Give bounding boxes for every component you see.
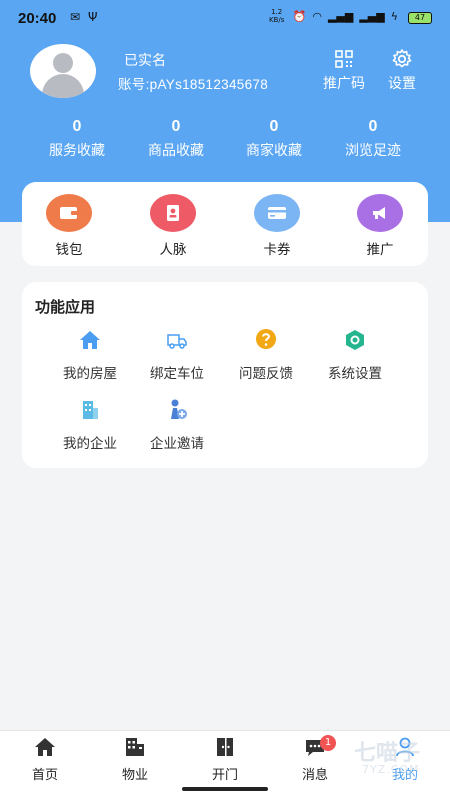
function-label: 企业邀请 bbox=[150, 436, 204, 452]
building-icon bbox=[83, 401, 98, 419]
quick-action-label: 推广 bbox=[366, 242, 394, 258]
stat-label: 商家收藏 bbox=[246, 143, 302, 159]
functions-title: 功能应用 bbox=[35, 298, 96, 316]
stat-browse-history[interactable]: 0 浏览足迹 bbox=[318, 118, 428, 160]
quick-action-coupons[interactable]: 卡券 bbox=[242, 194, 312, 258]
megaphone-icon bbox=[357, 194, 403, 232]
quick-action-label: 钱包 bbox=[55, 242, 83, 258]
stat-label: 商品收藏 bbox=[148, 143, 204, 159]
wallet-icon bbox=[46, 194, 92, 232]
status-time: 20:40 bbox=[18, 10, 57, 27]
function-label: 我的企业 bbox=[63, 436, 117, 452]
promo-code-label: 推广码 bbox=[323, 76, 365, 92]
function-my-house[interactable]: 我的房屋 bbox=[45, 328, 135, 382]
tab-open-door[interactable]: 开门 bbox=[190, 735, 260, 783]
function-label: 系统设置 bbox=[328, 366, 382, 382]
function-my-company[interactable]: 我的企业 bbox=[45, 398, 135, 452]
tab-label: 物业 bbox=[121, 768, 148, 783]
stat-service-favorites[interactable]: 0 服务收藏 bbox=[22, 118, 132, 160]
watermark: 七喵子 7YZ.COM bbox=[298, 733, 443, 783]
property-icon bbox=[126, 738, 144, 756]
stat-label: 浏览足迹 bbox=[345, 143, 401, 159]
stat-value: 0 bbox=[269, 118, 279, 135]
function-bind-parking[interactable]: 绑定车位 bbox=[132, 328, 222, 382]
invite-icon bbox=[171, 399, 187, 419]
tab-property[interactable]: 物业 bbox=[100, 735, 170, 783]
qrcode-icon bbox=[335, 50, 353, 68]
battery-icon: 47 bbox=[408, 12, 432, 24]
account-number: 账号:pAYs18512345678 bbox=[118, 77, 269, 92]
quick-action-promotion[interactable]: 推广 bbox=[345, 194, 415, 258]
tab-home[interactable]: 首页 bbox=[10, 735, 80, 783]
mail-icon: ✉ bbox=[70, 10, 81, 24]
quick-action-label: 人脉 bbox=[159, 242, 187, 258]
signal-icon-2: ▂▄▆ bbox=[359, 9, 385, 23]
tab-label: 首页 bbox=[31, 768, 58, 783]
stat-product-favorites[interactable]: 0 商品收藏 bbox=[121, 118, 231, 160]
alarm-icon: ⏰ bbox=[292, 9, 307, 23]
function-label: 我的房屋 bbox=[63, 366, 117, 382]
quick-actions-card: 钱包 人脉 卡券 推广 bbox=[22, 182, 428, 266]
contacts-icon bbox=[150, 194, 196, 232]
home-icon bbox=[35, 738, 55, 756]
question-icon bbox=[256, 329, 276, 349]
function-system-settings[interactable]: 系统设置 bbox=[310, 328, 400, 382]
settings-button[interactable]: 设置 bbox=[384, 48, 420, 93]
settings-icon bbox=[346, 330, 364, 350]
settings-label: 设置 bbox=[388, 76, 416, 92]
function-label: 绑定车位 bbox=[150, 366, 204, 382]
wifi-icon: ◠ bbox=[312, 9, 322, 23]
function-company-invite[interactable]: 企业邀请 bbox=[132, 398, 222, 452]
charging-icon: ϟ bbox=[390, 9, 398, 23]
stat-merchant-favorites[interactable]: 0 商家收藏 bbox=[219, 118, 329, 160]
status-bar: 20:40 ✉ Ψ 1.2 KB/s ⏰ ◠ ▂▄▆ ▂▄▆ ϟ 47 bbox=[0, 0, 450, 36]
stat-value: 0 bbox=[72, 118, 82, 135]
quick-action-wallet[interactable]: 钱包 bbox=[34, 194, 104, 258]
stat-value: 0 bbox=[368, 118, 378, 135]
stat-label: 服务收藏 bbox=[49, 143, 105, 159]
gear-icon bbox=[392, 49, 412, 68]
door-icon bbox=[217, 738, 233, 756]
promo-code-button[interactable]: 推广码 bbox=[318, 48, 370, 93]
avatar[interactable] bbox=[30, 44, 96, 98]
house-icon bbox=[80, 331, 100, 349]
quick-action-contacts[interactable]: 人脉 bbox=[138, 194, 208, 258]
function-label: 问题反馈 bbox=[239, 366, 293, 382]
real-name-status: 已实名 bbox=[124, 53, 166, 69]
signal-icon: ▂▄▆ bbox=[327, 9, 354, 23]
watermark-site: 7YZ.COM bbox=[362, 763, 420, 776]
usb-icon: Ψ bbox=[88, 10, 98, 24]
quick-action-label: 卡券 bbox=[263, 242, 291, 258]
home-indicator[interactable] bbox=[182, 787, 268, 791]
truck-icon bbox=[167, 334, 187, 349]
stat-value: 0 bbox=[171, 118, 181, 135]
network-speed: 1.2 KB/s bbox=[268, 8, 285, 24]
functions-card: 功能应用 我的房屋 绑定车位 问题反馈 系统设置 我的企业 企业邀请 bbox=[22, 282, 428, 468]
function-feedback[interactable]: 问题反馈 bbox=[221, 328, 311, 382]
card-icon bbox=[254, 194, 300, 232]
tab-label: 开门 bbox=[211, 768, 238, 783]
stats-row: 0 服务收藏 0 商品收藏 0 商家收藏 0 浏览足迹 bbox=[0, 118, 450, 160]
